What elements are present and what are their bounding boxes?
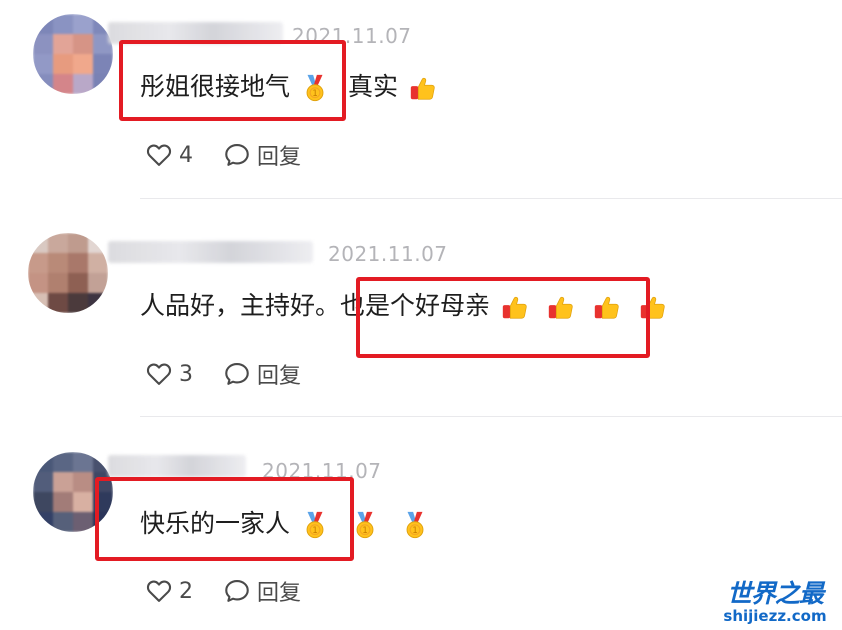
medal-emoji xyxy=(400,510,430,540)
site-watermark: 世界之最 shijiezz.com xyxy=(716,581,834,624)
username-blurred[interactable] xyxy=(108,455,246,477)
like-count: 2 xyxy=(179,578,193,604)
reply-label: 回复 xyxy=(257,581,302,606)
comment-list: 2021.11.07 彤姐很接地气 真实 4 回复 2021.11.07 人品好… xyxy=(0,0,842,630)
like-button[interactable]: 2 xyxy=(145,577,193,605)
medal-emoji xyxy=(350,510,380,540)
watermark-url: shijiezz.com xyxy=(723,607,827,625)
heart-outline-icon xyxy=(145,577,173,605)
speech-bubble-icon xyxy=(223,577,251,605)
watermark-title: 世界之最 xyxy=(726,579,824,608)
comment-item: 2021.11.07 快乐的一家人 2 回复 xyxy=(0,0,842,630)
comment-actions: 2 回复 xyxy=(145,576,301,606)
highlight-box xyxy=(95,477,354,561)
reply-button[interactable]: 回复 xyxy=(223,575,301,607)
